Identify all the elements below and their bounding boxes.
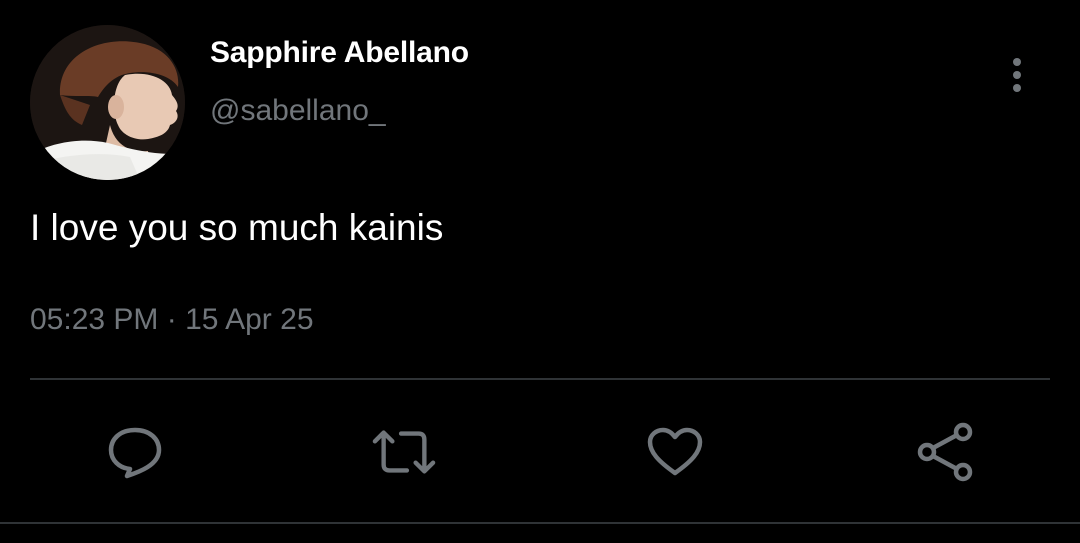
- divider: [0, 522, 1080, 524]
- like-button[interactable]: [643, 420, 707, 484]
- more-options-button[interactable]: [998, 54, 1036, 98]
- avatar-photo: [30, 25, 185, 180]
- reply-button[interactable]: [103, 420, 167, 484]
- heart-icon: [647, 427, 703, 476]
- avatar[interactable]: [30, 25, 185, 180]
- speech-bubble-icon: [108, 427, 162, 479]
- tweet-text: I love you so much kainis: [30, 207, 444, 248]
- author-display-name[interactable]: Sapphire Abellano: [210, 36, 469, 70]
- tweet-timestamp[interactable]: 05:23 PM · 15 Apr 25: [30, 303, 314, 337]
- author-handle[interactable]: @sabellano_: [210, 94, 386, 128]
- retweet-arrows-icon: [372, 430, 436, 474]
- divider: [30, 378, 1050, 380]
- share-button[interactable]: [913, 420, 977, 484]
- vertical-ellipsis-icon: [1013, 58, 1021, 92]
- retweet-button[interactable]: [372, 420, 436, 484]
- share-nodes-icon: [917, 422, 973, 482]
